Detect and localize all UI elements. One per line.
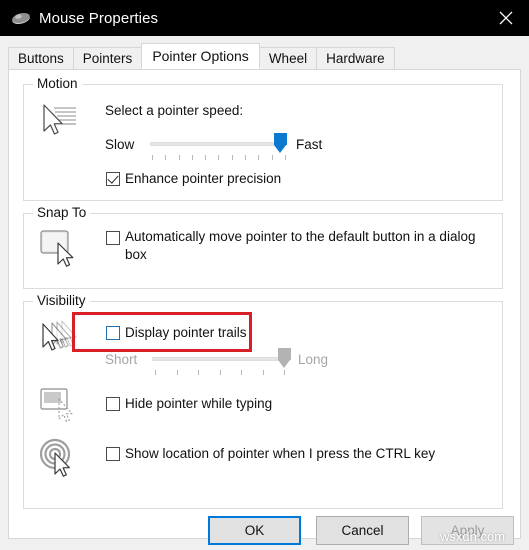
group-visibility: Visibility Display pointer trails Short …	[23, 293, 503, 509]
hide-pointer-typing-icon	[36, 386, 82, 428]
tab-pointers[interactable]: Pointers	[72, 47, 143, 69]
group-motion-title: Motion	[33, 76, 82, 91]
tab-buttons[interactable]: Buttons	[8, 47, 74, 69]
tab-strip: Buttons Pointers Pointer Options Wheel H…	[8, 43, 521, 69]
label-enhance-pointer-precision: Enhance pointer precision	[125, 171, 282, 186]
group-snap-to: Snap To Automatically move pointer to th…	[23, 205, 503, 289]
default-button-pointer-icon	[36, 226, 82, 268]
pointer-speed-slider-thumb[interactable]	[274, 133, 287, 153]
label-auto-move-pointer-line2: box	[125, 247, 147, 262]
label-show-pointer-location: Show location of pointer when I press th…	[125, 446, 436, 461]
pointer-motion-icon	[36, 101, 82, 143]
tab-label: Wheel	[268, 50, 308, 66]
tab-label: Pointers	[82, 50, 133, 66]
slider-fast-label: Fast	[296, 137, 323, 152]
trails-slider-track[interactable]	[152, 357, 288, 361]
dialog-body: Buttons Pointers Pointer Options Wheel H…	[0, 36, 529, 550]
checkbox-show-pointer-location[interactable]	[106, 447, 120, 461]
group-visibility-title: Visibility	[33, 293, 90, 308]
trails-slider-short-label: Short	[105, 352, 138, 367]
pointer-trails-icon	[36, 316, 82, 358]
ok-button-label: OK	[244, 523, 265, 538]
label-display-pointer-trails: Display pointer trails	[125, 325, 247, 340]
pointer-speed-prompt: Select a pointer speed:	[105, 103, 244, 118]
trails-slider-thumb[interactable]	[278, 348, 291, 368]
ok-button[interactable]: OK	[208, 516, 301, 545]
checkbox-display-pointer-trails[interactable]	[106, 326, 120, 340]
tab-label: Pointer Options	[152, 48, 249, 64]
pointer-speed-slider-track[interactable]	[150, 142, 286, 146]
trails-slider-ticks	[155, 370, 285, 375]
label-hide-pointer-typing: Hide pointer while typing	[125, 396, 273, 411]
checkbox-enhance-pointer-precision[interactable]	[106, 172, 120, 186]
tab-panel-pointer-options: Motion Select a pointer speed: Slow Fast…	[8, 69, 521, 539]
window-title: Mouse Properties	[39, 9, 159, 27]
group-snap-to-title: Snap To	[33, 205, 91, 220]
pointer-location-ctrl-icon	[36, 436, 82, 478]
site-watermark: wsxdn.com	[440, 529, 506, 544]
checkbox-hide-pointer-typing[interactable]	[106, 397, 120, 411]
mouse-icon	[10, 7, 32, 29]
group-motion: Motion Select a pointer speed: Slow Fast…	[23, 76, 503, 201]
close-icon[interactable]	[483, 0, 529, 36]
tab-label: Hardware	[326, 50, 385, 66]
trails-slider-long-label: Long	[298, 352, 329, 367]
checkbox-auto-move-pointer[interactable]	[106, 231, 120, 245]
label-auto-move-pointer-line1: Automatically move pointer to the defaul…	[125, 229, 476, 244]
tab-label: Buttons	[18, 50, 64, 66]
cancel-button[interactable]: Cancel	[316, 516, 409, 545]
slider-slow-label: Slow	[105, 137, 135, 152]
title-bar: Mouse Properties	[0, 0, 529, 36]
tab-hardware[interactable]: Hardware	[316, 47, 395, 69]
tab-pointer-options[interactable]: Pointer Options	[141, 43, 260, 69]
cancel-button-label: Cancel	[341, 523, 384, 538]
mouse-properties-dialog: Mouse Properties Buttons Pointers Pointe…	[0, 0, 529, 550]
pointer-speed-slider-ticks	[152, 155, 286, 160]
tab-wheel[interactable]: Wheel	[258, 47, 318, 69]
